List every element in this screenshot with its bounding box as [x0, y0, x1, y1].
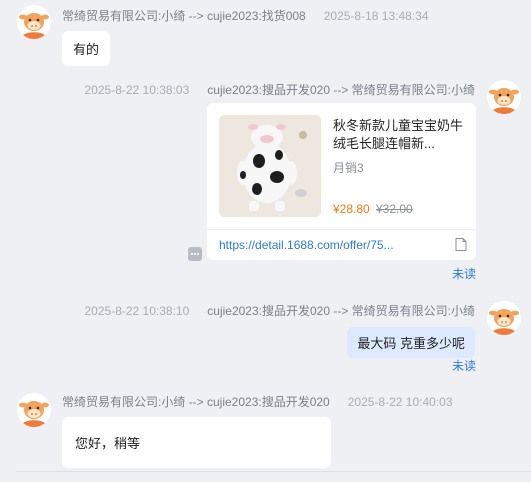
message-bubble[interactable]: 您好，稍等 — [62, 417, 331, 468]
divider — [16, 471, 531, 472]
message-text: 有的 — [73, 42, 100, 57]
sender-route: 常绮贸易有限公司:小绮 --> cujie2023:找货008 — [62, 9, 306, 23]
timestamp: 2025-8-18 13:48:34 — [323, 9, 429, 23]
cow-avatar-icon — [17, 5, 51, 39]
cow-avatar-icon — [487, 301, 521, 335]
product-sales: 月销3 — [333, 161, 364, 175]
document-icon[interactable] — [455, 238, 467, 251]
message-header: 常绮贸易有限公司:小绮 --> cujie2023:找货008 2025-8-18… — [62, 7, 429, 24]
more-icon[interactable] — [188, 247, 202, 261]
avatar[interactable] — [17, 393, 51, 427]
cow-romper-image — [219, 115, 321, 217]
message-bubble[interactable]: 有的 — [62, 31, 111, 66]
timestamp: 2025-8-22 10:38:10 — [84, 304, 190, 318]
sender-route: 常绮贸易有限公司:小绮 --> cujie2023:搜品开发020 — [62, 395, 330, 409]
message-bubble[interactable]: 最大码 克重多少呢 — [347, 327, 475, 358]
message-text: 最大码 克重多少呢 — [357, 336, 465, 351]
unread-status: 未读 — [452, 359, 477, 373]
product-original-price: ¥32.00 — [376, 202, 413, 216]
message-header: 常绮贸易有限公司:小绮 --> cujie2023:搜品开发020 2025-8-… — [62, 393, 453, 410]
sender-route: cujie2023:搜品开发020 --> 常绮贸易有限公司:小绮 — [207, 304, 475, 318]
sender-route: cujie2023:搜品开发020 --> 常绮贸易有限公司:小绮 — [207, 83, 475, 97]
timestamp: 2025-8-22 10:40:03 — [347, 395, 453, 409]
message-header: 2025-8-22 10:38:10 cujie2023:搜品开发020 --> … — [85, 302, 476, 319]
timestamp: 2025-8-22 10:38:03 — [84, 83, 190, 97]
divider — [207, 229, 476, 230]
product-price: ¥28.80 — [333, 202, 370, 216]
product-link[interactable]: https://detail.1688.com/offer/75... — [219, 238, 419, 252]
message-header: 2025-8-22 10:38:03 cujie2023:搜品开发020 --> … — [85, 81, 476, 98]
product-image[interactable] — [219, 115, 321, 217]
cow-avatar-icon — [17, 393, 51, 427]
avatar[interactable] — [17, 5, 51, 39]
product-card[interactable]: 秋冬新款儿童宝宝奶牛绒毛长腿连帽新... 月销3 ¥28.80 ¥32.00 h… — [207, 103, 476, 260]
message-text: 您好，稍等 — [75, 436, 141, 451]
avatar[interactable] — [487, 301, 521, 335]
cow-avatar-icon — [487, 80, 521, 114]
avatar[interactable] — [487, 80, 521, 114]
unread-status: 未读 — [452, 267, 477, 281]
product-title[interactable]: 秋冬新款儿童宝宝奶牛绒毛长腿连帽新... — [333, 117, 465, 153]
